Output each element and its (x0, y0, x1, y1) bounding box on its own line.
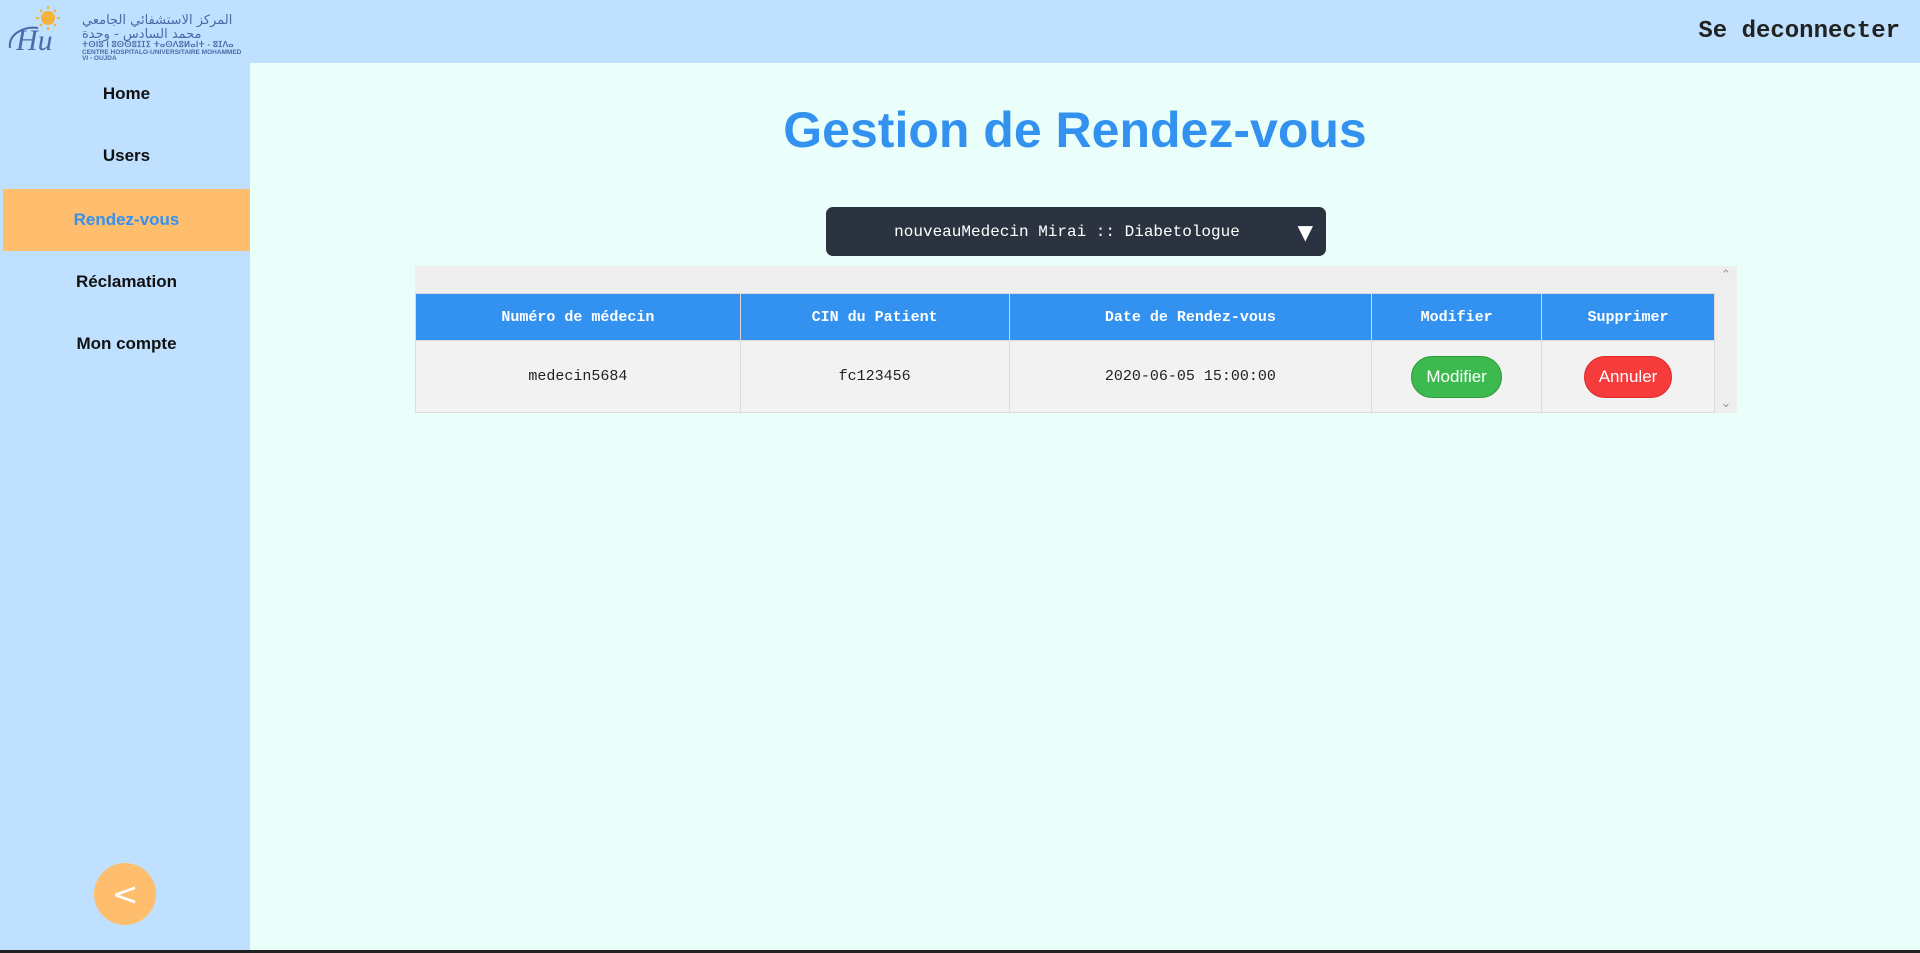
column-header-modifier: Modifier (1371, 293, 1543, 341)
scroll-down-icon[interactable]: ⌄ (1715, 396, 1737, 411)
page-title: Gestion de Rendez-vous (783, 102, 1367, 158)
logo-text: المركز الاستشفائي الجامعي محمد السادس - … (82, 14, 248, 63)
sidebar: Home Users Rendez-vous Réclamation Mon c… (0, 63, 250, 953)
sidebar-collapse-button[interactable]: < (94, 863, 156, 925)
column-header-medecin: Numéro de médecin (415, 293, 741, 341)
table-row: medecin5684 fc123456 2020-06-05 15:00:00… (415, 340, 1715, 413)
logo-french-text: CENTRE HOSPITALO-UNIVERSITAIRE MOHAMMED … (82, 48, 242, 63)
table-scrollbar[interactable]: ⌃ ⌄ (1715, 266, 1737, 413)
sidebar-item-home[interactable]: Home (3, 63, 250, 125)
doctor-select[interactable]: nouveauMedecin Mirai :: Diabetologue ▼ (826, 207, 1326, 256)
cell-date: 2020-06-05 15:00:00 (1008, 340, 1373, 413)
chevron-down-icon: ▼ (1297, 220, 1313, 244)
cell-medecin: medecin5684 (415, 340, 741, 413)
logo-arabic-text: المركز الاستشفائي الجامعي محمد السادس - … (82, 13, 233, 42)
column-header-cin: CIN du Patient (739, 293, 1010, 341)
sidebar-item-reclamation[interactable]: Réclamation (3, 251, 250, 313)
sidebar-item-rendez-vous[interactable]: Rendez-vous (3, 189, 250, 251)
cell-delete: Annuler (1541, 340, 1715, 413)
cell-cin: fc123456 (739, 340, 1010, 413)
column-header-date: Date de Rendez-vous (1008, 293, 1373, 341)
logout-button[interactable]: Se deconnecter (1698, 18, 1900, 45)
cell-modify: Modifier (1371, 340, 1543, 413)
sidebar-item-users[interactable]: Users (3, 125, 250, 187)
doctor-select-value: nouveauMedecin Mirai :: Diabetologue (894, 222, 1240, 241)
modify-button[interactable]: Modifier (1411, 355, 1502, 398)
cancel-appointment-button[interactable]: Annuler (1583, 355, 1673, 398)
chu-logo: Hu المركز الاستشفائي الجامعي محمد السادس… (4, 4, 248, 62)
main-content: Gestion de Rendez-vous nouveauMedecin Mi… (250, 63, 1920, 950)
scroll-up-icon[interactable]: ⌃ (1715, 268, 1737, 283)
column-header-supprimer: Supprimer (1541, 293, 1715, 341)
logo-sun-icon: Hu (8, 6, 60, 57)
svg-text:Hu: Hu (15, 24, 53, 57)
appointments-table: Numéro de médecin CIN du Patient Date de… (415, 293, 1715, 413)
table-header-row: Numéro de médecin CIN du Patient Date de… (415, 293, 1715, 341)
sidebar-item-mon-compte[interactable]: Mon compte (3, 313, 250, 375)
appointments-table-container: Numéro de médecin CIN du Patient Date de… (415, 266, 1737, 413)
top-bar: Hu المركز الاستشفائي الجامعي محمد السادس… (0, 0, 1920, 63)
